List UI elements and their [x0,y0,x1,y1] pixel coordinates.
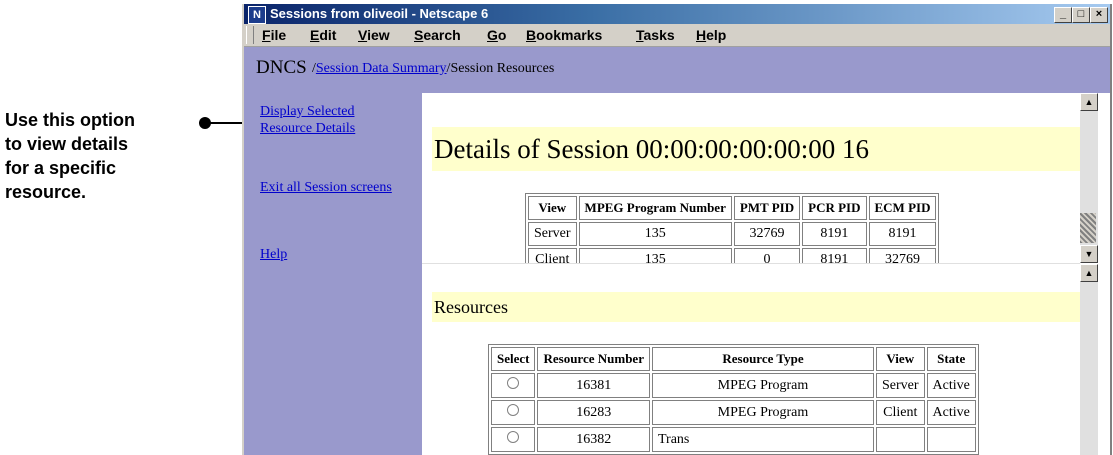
table-header-row: View MPEG Program Number PMT PID PCR PID… [528,196,937,220]
title-bar: N Sessions from oliveoil - Netscape 6 _ … [244,4,1110,24]
table-cell: 32769 [733,222,801,246]
table-cell: Client [875,400,925,425]
resources-heading: Resources [432,292,1080,322]
menu-search[interactable]: Search [414,27,461,43]
column-header: State [926,347,976,371]
table-cell: 0 [733,248,801,263]
callout-annotation: Use this option to view details for a sp… [5,108,185,204]
sidebar-link-display-selected-resource-details[interactable]: Display Selected Resource Details [260,103,410,137]
sidebar-link-help[interactable]: Help [260,246,410,263]
table-header-row: Select Resource Number Resource Type Vie… [491,347,976,371]
table-cell: 135 [578,222,732,246]
menu-view[interactable]: View [358,27,390,43]
breadcrumb-current: Session Resources [450,61,555,76]
scroll-up-arrow-icon[interactable]: ▲ [1080,93,1098,111]
table-row: Client 135 0 8191 32769 [528,248,937,263]
table-cell [875,427,925,452]
table-cell: 16283 [537,400,650,425]
table-cell: 135 [578,248,732,263]
column-header: Resource Type [651,347,874,371]
breadcrumb-link-session-data-summary[interactable]: Session Data Summary [316,61,447,76]
table-cell: 16381 [537,373,650,398]
column-header: PMT PID [733,196,801,220]
maximize-button[interactable]: □ [1072,7,1090,23]
column-header: PCR PID [802,196,867,220]
table-cell: Server [528,222,577,246]
resources-table: Select Resource Number Resource Type Vie… [488,344,979,455]
callout-line-1: Use this option [5,110,135,130]
menu-bookmarks[interactable]: Bookmarks [526,27,602,43]
select-radio-button[interactable] [507,377,520,389]
netscape-logo-icon: N [248,6,266,24]
table-row[interactable]: 16382 Trans [491,427,976,452]
window-title: Sessions from oliveoil - Netscape 6 [270,6,489,21]
table-row[interactable]: 16381 MPEG Program Server Active [491,373,976,398]
breadcrumb-root: DNCS [256,57,307,78]
table-cell: Active [926,400,976,425]
table-cell: 8191 [868,222,937,246]
table-row: Server 135 32769 8191 8191 [528,222,937,246]
column-header: View [875,347,925,371]
select-cell [491,400,536,425]
select-radio-button[interactable] [507,404,520,416]
table-row[interactable]: 16283 MPEG Program Client Active [491,400,976,425]
table-cell: 32769 [868,248,937,263]
session-details-heading: Details of Session 00:00:00:00:00:00 16 [432,127,1080,171]
table-cell: Trans [651,427,874,452]
select-radio-button[interactable] [507,431,520,443]
menu-help[interactable]: Help [696,27,726,43]
table-cell: 8191 [802,248,867,263]
breadcrumb-trail: /Session Data Summary/Session Resources [312,61,554,77]
scrollbar-thumb[interactable] [1080,213,1096,243]
menu-edit[interactable]: Edit [310,27,336,43]
table-cell: 16382 [537,427,650,452]
menu-bar: File Edit View Search Go Bookmarks Tasks… [244,24,1110,47]
table-cell: MPEG Program [651,373,874,398]
browser-window: N Sessions from oliveoil - Netscape 6 _ … [242,4,1112,455]
table-cell: MPEG Program [651,400,874,425]
callout-line-2: to view details [5,134,129,154]
column-header: MPEG Program Number [578,196,732,220]
select-cell [491,373,536,398]
scroll-down-arrow-icon[interactable]: ▼ [1080,245,1098,263]
table-cell: Server [875,373,925,398]
resources-scrollbar[interactable]: ▲ [1080,264,1098,455]
table-cell: 8191 [802,222,867,246]
column-header: View [528,196,577,220]
details-scrollbar[interactable]: ▲ ▼ [1080,93,1098,263]
column-header: Select [491,347,536,371]
sidebar-link-exit-all-session-screens[interactable]: Exit all Session screens [260,179,410,196]
menu-file[interactable]: File [262,27,286,43]
main-content: Details of Session 00:00:00:00:00:00 16 … [422,93,1080,455]
close-button[interactable]: × [1090,7,1108,23]
table-cell: Client [528,248,577,263]
callout-line-4: resource. [5,182,87,202]
callout-line-3: for a specific [5,158,117,178]
select-cell [491,427,536,452]
session-details-table: View MPEG Program Number PMT PID PCR PID… [525,193,940,263]
column-header: ECM PID [868,196,937,220]
minimize-button[interactable]: _ [1054,7,1072,23]
sidebar: Display Selected Resource Details Exit a… [244,93,422,455]
scroll-up-arrow-icon[interactable]: ▲ [1080,264,1098,282]
session-details-frame: Details of Session 00:00:00:00:00:00 16 … [422,93,1080,263]
toolbar-grip-icon[interactable] [246,26,254,44]
menu-tasks[interactable]: Tasks [636,27,675,43]
resources-frame: Resources Select Resource Number Resourc… [422,263,1080,455]
column-header: Resource Number [537,347,650,371]
menu-go[interactable]: Go [487,27,506,43]
table-cell [926,427,976,452]
breadcrumb: DNCS /Session Data Summary/Session Resou… [244,47,1110,93]
table-cell: Active [926,373,976,398]
